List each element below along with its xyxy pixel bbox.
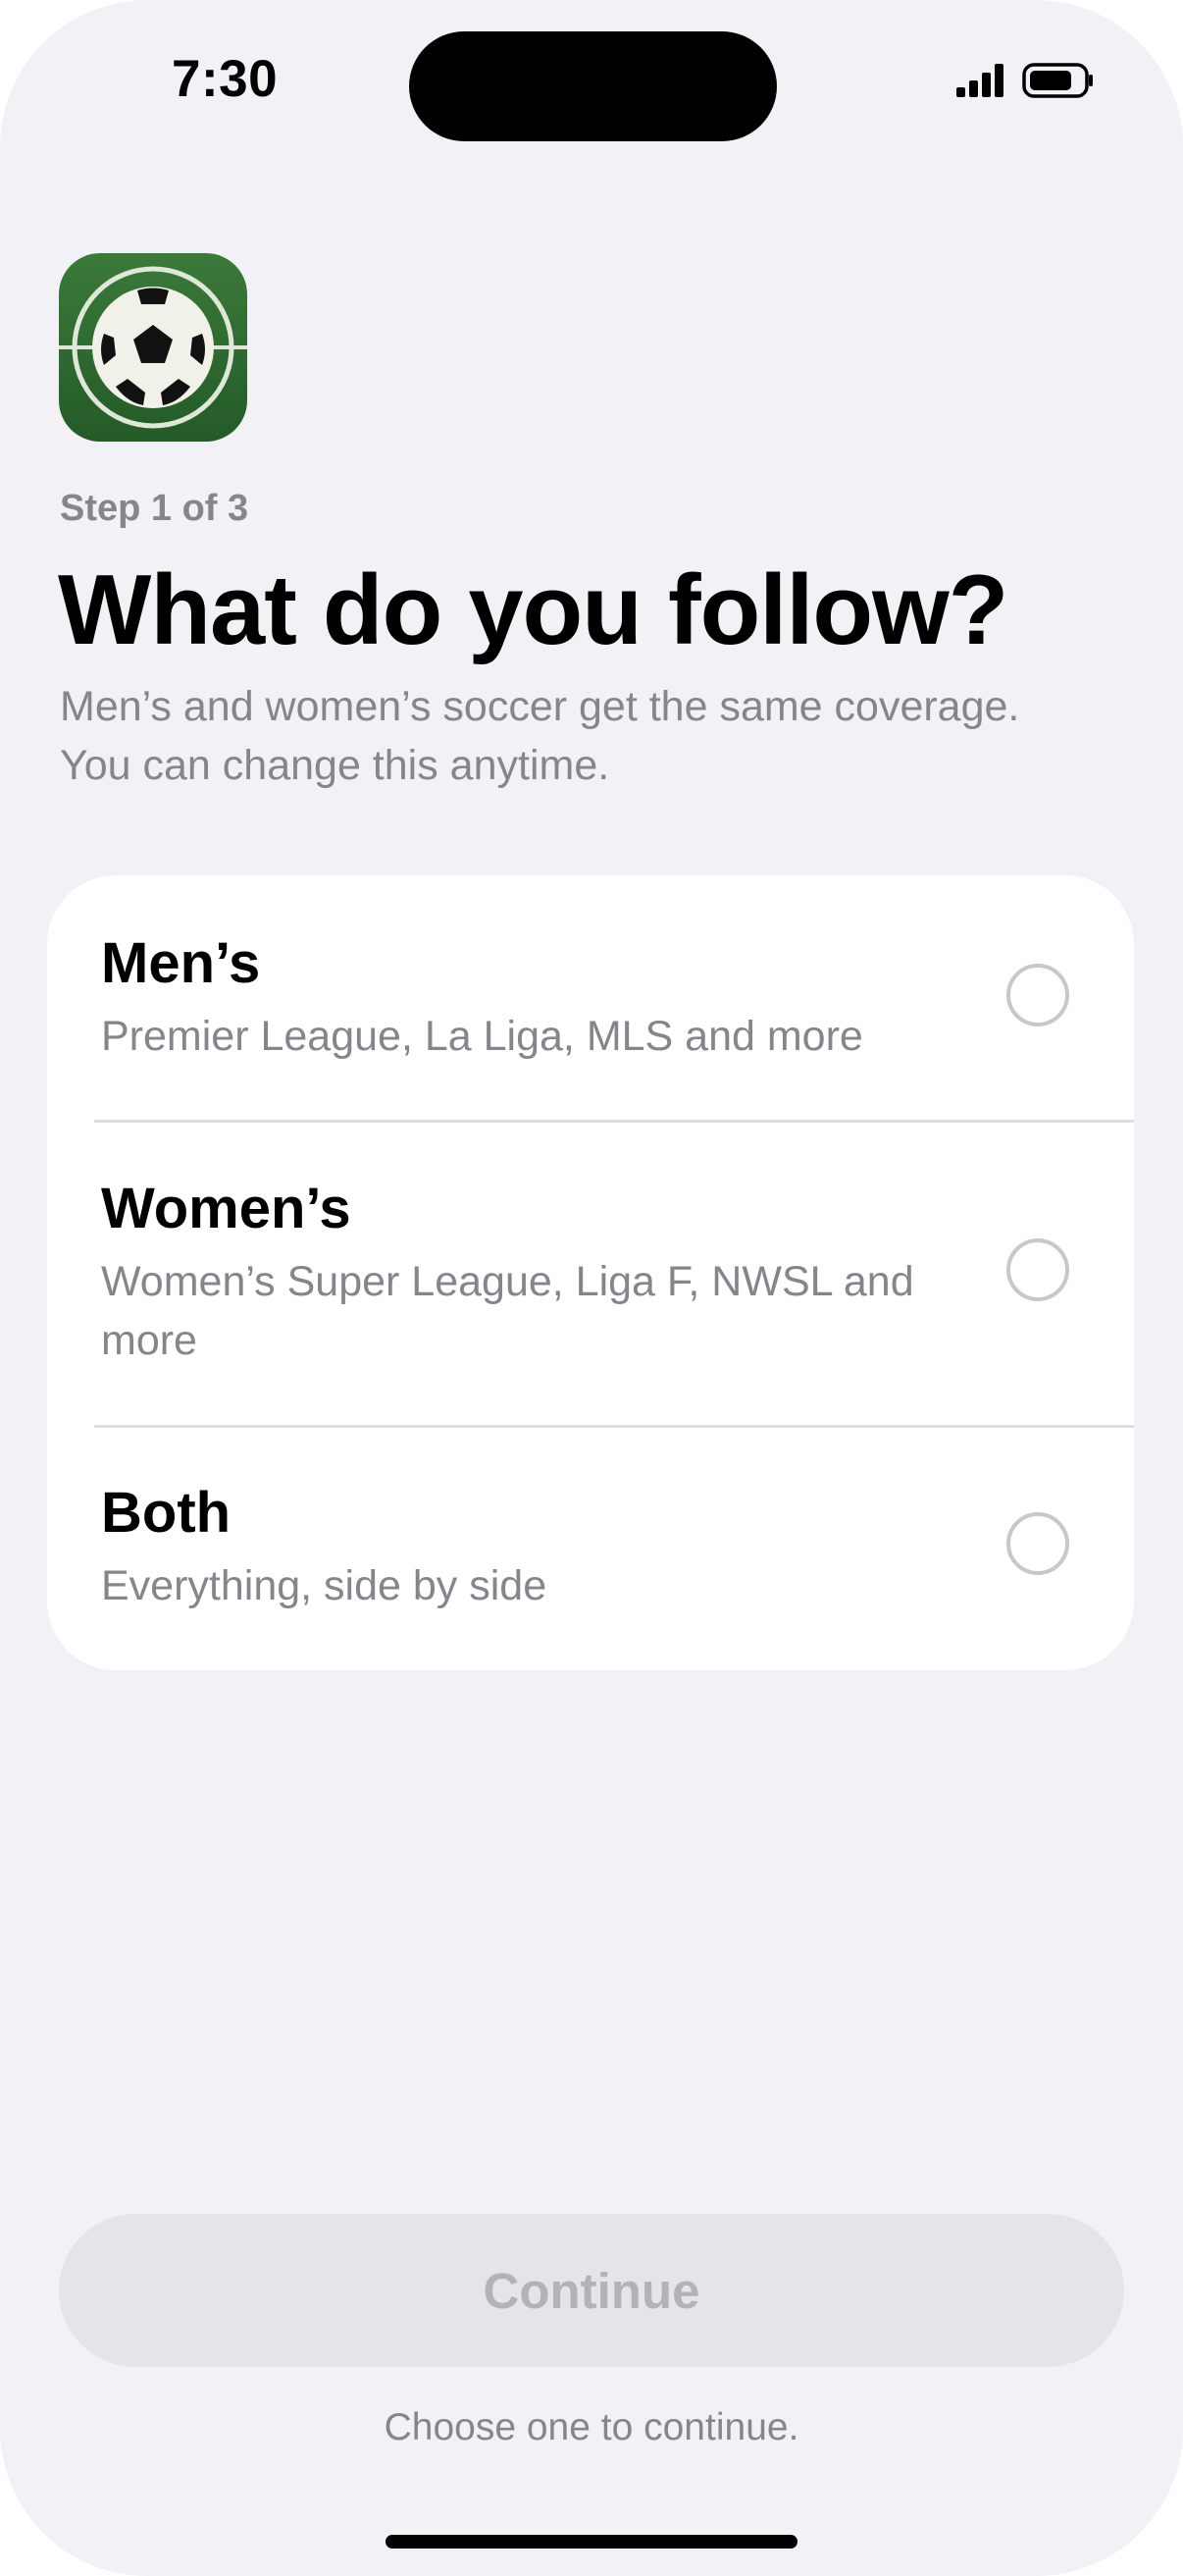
radio-button[interactable] bbox=[1006, 1512, 1069, 1575]
option-label: Women’s bbox=[101, 1177, 351, 1240]
subtitle-line: Men’s and women’s soccer get the same co… bbox=[60, 683, 1020, 730]
continue-hint: Choose one to continue. bbox=[384, 2406, 799, 2448]
subtitle-line: You can change this anytime. bbox=[60, 742, 610, 789]
option-description: Women’s Super League, Liga F, NWSL and m… bbox=[101, 1258, 914, 1364]
option-description: Everything, side by side bbox=[101, 1562, 547, 1609]
continue-button[interactable]: Continue bbox=[59, 2214, 1124, 2367]
step-indicator: Step 1 of 3 bbox=[60, 488, 249, 529]
option-both[interactable]: Both Everything, side by side bbox=[47, 1428, 1134, 1670]
options-card: Men’s Premier League, La Liga, MLS and m… bbox=[47, 875, 1134, 1670]
dynamic-island bbox=[409, 31, 777, 141]
page-subtitle: Men’s and women’s soccer get the same co… bbox=[60, 677, 1129, 795]
battery-icon bbox=[1022, 63, 1093, 98]
cellular-signal-icon bbox=[956, 64, 1003, 97]
radio-button[interactable] bbox=[1006, 964, 1069, 1026]
status-time: 7:30 bbox=[172, 50, 279, 108]
home-indicator[interactable] bbox=[386, 2535, 797, 2549]
option-description: Premier League, La Liga, MLS and more bbox=[101, 1013, 863, 1060]
option-label: Both bbox=[101, 1481, 231, 1545]
page-title: What do you follow? bbox=[58, 555, 1008, 665]
app-icon bbox=[59, 253, 247, 442]
option-womens[interactable]: Women’s Women’s Super League, Liga F, NW… bbox=[47, 1123, 1134, 1427]
phone-screen: 7:30 Step 1 of 3 What do you follow? Men… bbox=[0, 0, 1183, 2576]
radio-button[interactable] bbox=[1006, 1238, 1069, 1301]
option-mens[interactable]: Men’s Premier League, La Liga, MLS and m… bbox=[47, 875, 1134, 1121]
option-label: Men’s bbox=[101, 931, 261, 995]
soccer-ball-icon bbox=[59, 253, 247, 442]
